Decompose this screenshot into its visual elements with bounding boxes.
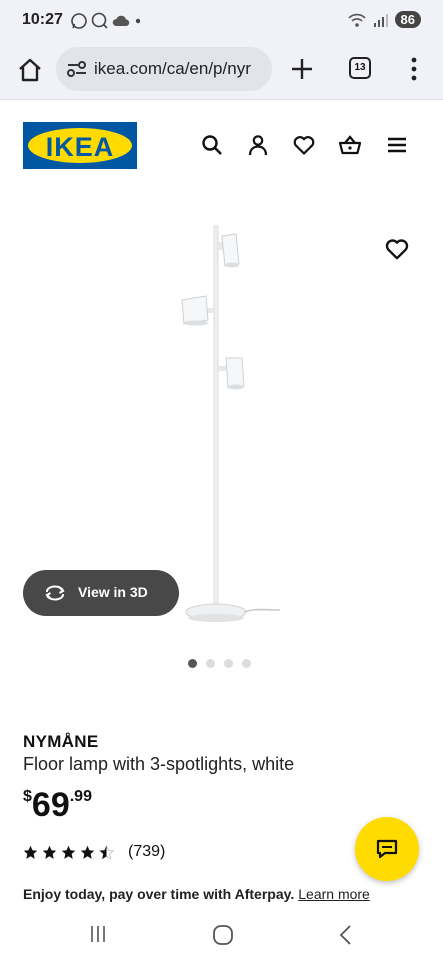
address-bar[interactable]: ikea.com/ca/en/p/nyr [56,47,272,91]
chat-icon [376,839,398,859]
site-settings-icon[interactable] [66,59,88,79]
carousel-dot[interactable] [242,659,251,668]
heart-icon[interactable] [292,133,316,157]
new-tab-icon[interactable] [289,56,315,82]
recent-apps-icon[interactable] [88,924,108,944]
product-rating[interactable]: (739) [23,843,165,861]
ikea-logo[interactable]: IKEA [23,122,137,169]
menu-icon[interactable] [385,133,409,157]
star-half-icon [99,844,114,860]
price-decimal: .99 [69,788,92,805]
status-bar: 10:27 86 [0,0,443,42]
product-description: Floor lamp with 3-spotlights, white [23,754,295,774]
messenger-icon [91,12,108,29]
view-in-3d-button[interactable]: View in 3D [23,570,179,616]
status-time: 10:27 [22,11,63,28]
browser-toolbar: ikea.com/ca/en/p/nyr 13 [0,42,443,100]
whatsapp-icon [71,13,87,29]
dot-icon [135,18,141,24]
signal-icon [373,13,388,27]
home-nav-icon[interactable] [212,924,234,946]
rotate-3d-icon [45,585,65,601]
system-nav-bar [0,910,443,960]
search-icon[interactable] [200,133,224,157]
carousel-dot[interactable] [224,659,233,668]
battery-icon: 86 [394,11,421,28]
tab-switcher-button[interactable]: 13 [349,57,371,79]
afterpay-text: Enjoy today, pay over time with Afterpay… [23,886,295,902]
profile-icon[interactable] [246,133,270,157]
notification-icons [70,12,143,30]
price-currency: $ [23,788,32,805]
chat-button[interactable] [355,817,419,881]
cloud-icon [112,15,130,26]
carousel-dot[interactable] [188,659,197,668]
review-count: (739) [128,843,166,860]
carousel-pagination [188,659,251,668]
basket-icon[interactable] [338,133,362,157]
add-to-favourites-icon[interactable] [384,236,410,262]
product-price: $69.99 [23,786,92,825]
wifi-icon [347,13,366,27]
star-full-icon [42,845,57,859]
afterpay-message: Enjoy today, pay over time with Afterpay… [23,886,370,902]
star-full-icon [80,845,95,859]
carousel-dot[interactable] [206,659,215,668]
browser-menu-icon[interactable] [408,56,420,82]
back-icon[interactable] [338,924,354,946]
learn-more-link[interactable]: Learn more [298,886,370,902]
rating-stars [23,844,114,860]
logo-text: IKEA [45,132,115,162]
product-name: NYMÅNE [23,732,99,751]
star-full-icon [61,845,76,859]
product-image[interactable] [170,220,290,630]
star-full-icon [23,845,38,859]
home-icon[interactable] [16,56,44,84]
view-in-3d-label: View in 3D [78,584,148,600]
system-icons: 86 [347,11,421,28]
url-text[interactable]: ikea.com/ca/en/p/nyr [94,59,266,79]
price-integer: 69 [31,786,70,824]
